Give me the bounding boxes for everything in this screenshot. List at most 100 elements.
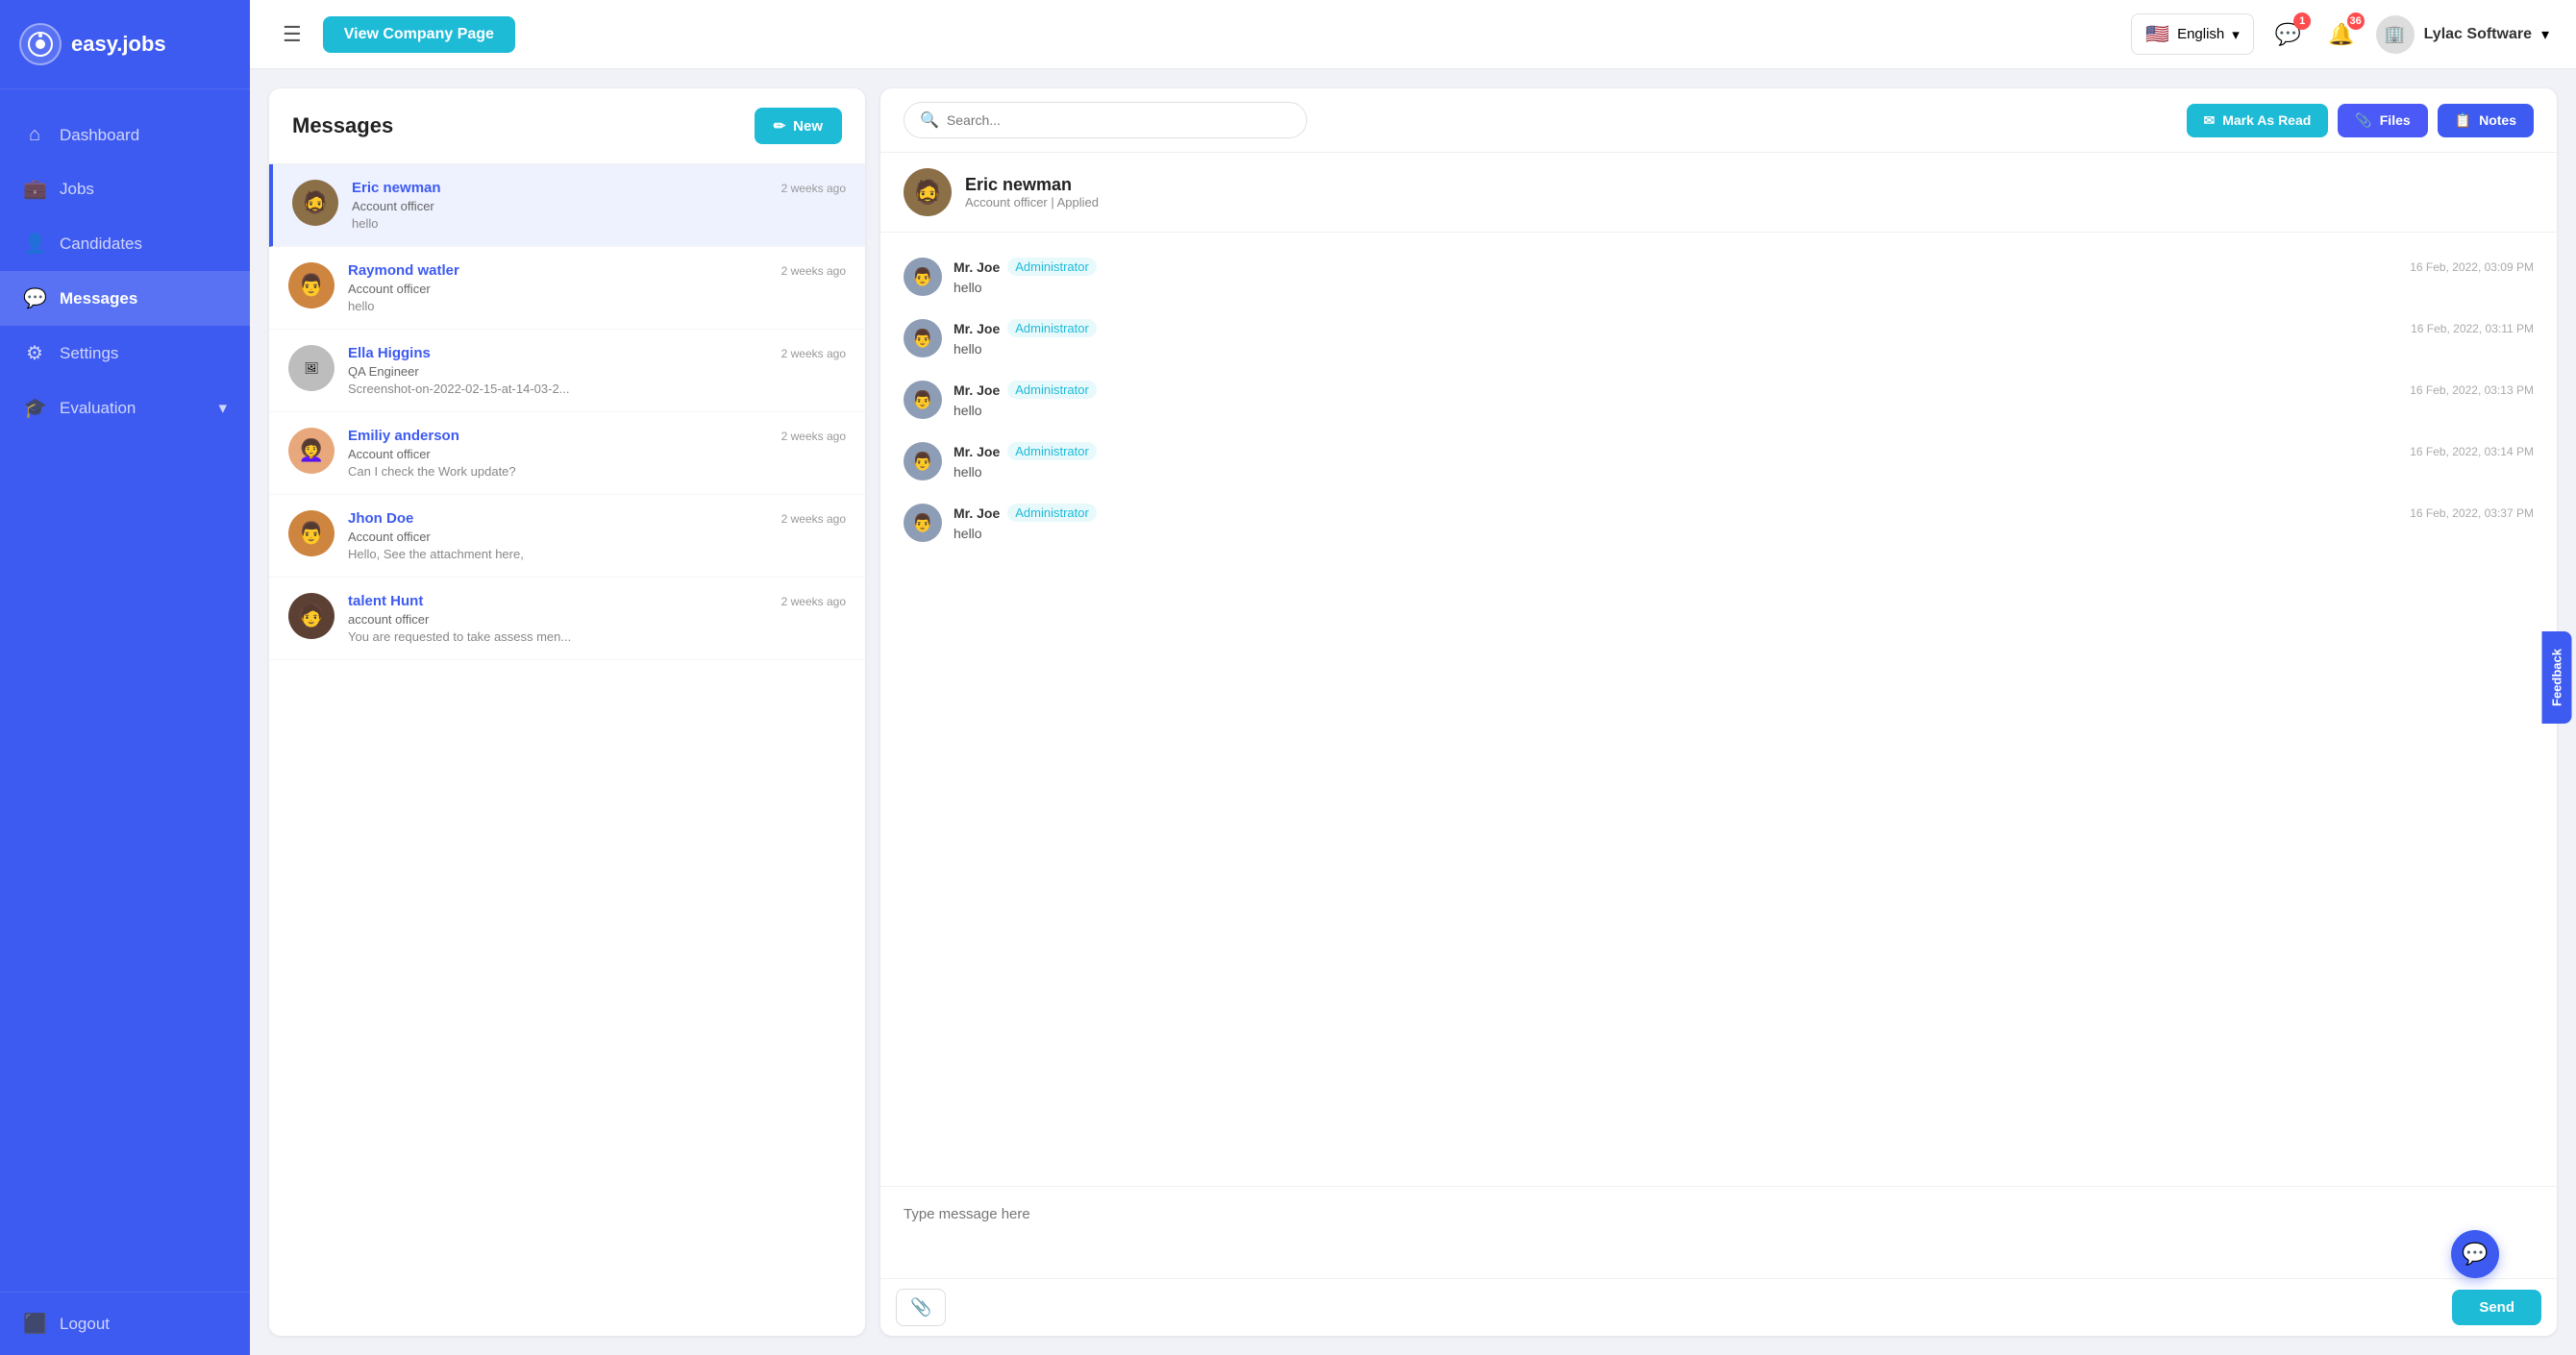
- notes-label: Notes: [2479, 112, 2516, 128]
- sidebar-item-jobs[interactable]: 💼 Jobs: [0, 161, 250, 216]
- feedback-tab[interactable]: Feedback: [2542, 631, 2572, 724]
- sidebar-item-label: Evaluation: [60, 399, 136, 418]
- sidebar-item-label: Dashboard: [60, 126, 139, 145]
- chevron-down-icon: ▾: [218, 399, 227, 418]
- contact-name: Jhon Doe: [348, 510, 413, 527]
- avatar: 🖼: [288, 345, 334, 391]
- evaluation-icon: 🎓: [23, 396, 46, 420]
- chat-message: 👨 Mr. Joe Administrator 16 Feb, 2022, 03…: [904, 309, 2534, 367]
- logout-button[interactable]: ⬛ Logout: [23, 1312, 227, 1336]
- language-selector[interactable]: 🇺🇸 English ▾: [2131, 13, 2254, 55]
- sender-role: Administrator: [1007, 319, 1097, 337]
- user-chevron-icon: ▾: [2541, 25, 2549, 44]
- jobs-icon: 💼: [23, 177, 46, 201]
- mark-as-read-button[interactable]: ✉ Mark As Read: [2187, 104, 2329, 137]
- new-message-button[interactable]: ✏ New: [755, 108, 842, 144]
- contact-role: Account officer: [352, 199, 846, 213]
- sidebar-item-dashboard[interactable]: ⌂ Dashboard: [0, 109, 250, 161]
- message-time: 16 Feb, 2022, 03:09 PM: [2410, 260, 2534, 274]
- contact-role: account officer: [348, 612, 846, 627]
- home-icon: ⌂: [23, 124, 46, 146]
- notifications-button[interactable]: 🔔 36: [2322, 16, 2360, 53]
- message-time: 2 weeks ago: [781, 430, 846, 443]
- send-button[interactable]: Send: [2452, 1290, 2541, 1325]
- header-right: 🇺🇸 English ▾ 💬 1 🔔 36 🏢 Lylac Software ▾: [2131, 13, 2549, 55]
- list-item[interactable]: 👩‍🦱 Emiliy anderson 2 weeks ago Account …: [269, 412, 865, 495]
- contact-role: QA Engineer: [348, 364, 846, 379]
- contact-avatar: 🧔: [904, 168, 952, 216]
- message-time: 2 weeks ago: [781, 182, 846, 195]
- chat-message: 👨 Mr. Joe Administrator 16 Feb, 2022, 03…: [904, 432, 2534, 490]
- sender-role: Administrator: [1007, 258, 1097, 276]
- list-item[interactable]: 👨 Raymond watler 2 weeks ago Account off…: [269, 247, 865, 330]
- messages-panel: Messages ✏ New 🧔 Eric newman 2 weeks ago: [269, 88, 865, 1336]
- message-time: 2 weeks ago: [781, 264, 846, 278]
- message-text: hello: [954, 341, 2534, 357]
- mark-read-label: Mark As Read: [2222, 112, 2311, 128]
- chat-panel: 🔍 ✉ Mark As Read 📎 Files 📋: [880, 88, 2557, 1336]
- sidebar-item-evaluation[interactable]: 🎓 Evaluation ▾: [0, 381, 250, 435]
- list-item[interactable]: 🖼 Ella Higgins 2 weeks ago QA Engineer S…: [269, 330, 865, 412]
- sidebar-item-label: Settings: [60, 344, 118, 363]
- list-item[interactable]: 🧔 Eric newman 2 weeks ago Account office…: [269, 164, 865, 247]
- avatar: 👩‍🦱: [288, 428, 334, 474]
- list-item[interactable]: 👨 Jhon Doe 2 weeks ago Account officer H…: [269, 495, 865, 578]
- search-box: 🔍: [904, 102, 1307, 138]
- new-label: New: [793, 118, 823, 135]
- chat-toolbar: 🔍 ✉ Mark As Read 📎 Files 📋: [880, 88, 2557, 153]
- content-area: Messages ✏ New 🧔 Eric newman 2 weeks ago: [250, 69, 2576, 1355]
- message-preview: Screenshot-on-2022-02-15-at-14-03-2...: [348, 382, 846, 396]
- notes-button[interactable]: 📋 Notes: [2438, 104, 2534, 137]
- sidebar-item-candidates[interactable]: 👤 Candidates: [0, 216, 250, 271]
- hamburger-button[interactable]: ☰: [277, 16, 308, 53]
- chat-message: 👨 Mr. Joe Administrator 16 Feb, 2022, 03…: [904, 371, 2534, 429]
- notes-icon: 📋: [2455, 112, 2471, 129]
- logout-area[interactable]: ⬛ Logout: [0, 1292, 250, 1355]
- main-area: ☰ View Company Page 🇺🇸 English ▾ 💬 1 🔔 3…: [250, 0, 2576, 1355]
- avatar: 👨: [904, 504, 942, 542]
- logo-icon: [19, 23, 62, 65]
- list-item[interactable]: 🧑 talent Hunt 2 weeks ago account office…: [269, 578, 865, 660]
- avatar: 👨: [904, 442, 942, 480]
- envelope-icon: ✉: [2204, 112, 2216, 129]
- message-preview: hello: [352, 216, 846, 231]
- sidebar-item-messages[interactable]: 💬 Messages: [0, 271, 250, 326]
- settings-icon: ⚙: [23, 341, 46, 365]
- messages-badge: 1: [2293, 12, 2311, 30]
- avatar: 👨: [288, 510, 334, 556]
- contact-role: Account officer: [348, 447, 846, 461]
- avatar: 🧔: [292, 180, 338, 226]
- chat-messages: 👨 Mr. Joe Administrator 16 Feb, 2022, 03…: [880, 233, 2557, 1186]
- messages-bell-button[interactable]: 💬 1: [2269, 16, 2307, 53]
- view-company-button[interactable]: View Company Page: [323, 16, 515, 53]
- toolbar-actions: ✉ Mark As Read 📎 Files 📋 Notes: [2187, 104, 2535, 137]
- candidates-icon: 👤: [23, 232, 46, 256]
- sender-name: Mr. Joe: [954, 259, 1000, 275]
- contact-name: Eric newman: [352, 180, 441, 196]
- avatar: 🧑: [288, 593, 334, 639]
- chat-float-button[interactable]: 💬: [2451, 1230, 2499, 1278]
- sender-name: Mr. Joe: [954, 505, 1000, 521]
- files-button[interactable]: 📎 Files: [2338, 104, 2427, 137]
- chat-bubble-icon: 💬: [2462, 1242, 2488, 1267]
- notifications-badge: 36: [2347, 12, 2365, 30]
- sender-role: Administrator: [1007, 442, 1097, 460]
- message-preview: Can I check the Work update?: [348, 464, 846, 479]
- sidebar-nav: ⌂ Dashboard 💼 Jobs 👤 Candidates 💬 Messag…: [0, 89, 250, 1292]
- message-input[interactable]: [880, 1187, 2557, 1273]
- avatar: 🏢: [2376, 15, 2415, 54]
- message-text: hello: [954, 403, 2534, 418]
- sender-role: Administrator: [1007, 381, 1097, 399]
- sidebar-item-label: Candidates: [60, 234, 142, 254]
- contact-role: Account officer: [348, 282, 846, 296]
- files-label: Files: [2380, 112, 2411, 128]
- contact-name: Emiliy anderson: [348, 428, 459, 444]
- attachment-button[interactable]: 📎: [896, 1289, 946, 1326]
- user-menu[interactable]: 🏢 Lylac Software ▾: [2376, 15, 2549, 54]
- sidebar-item-label: Jobs: [60, 180, 94, 199]
- message-time: 16 Feb, 2022, 03:11 PM: [2411, 322, 2534, 335]
- chat-input-area: 📎 Send: [880, 1186, 2557, 1336]
- message-text: hello: [954, 280, 2534, 295]
- sidebar-item-settings[interactable]: ⚙ Settings: [0, 326, 250, 381]
- search-input[interactable]: [947, 112, 1291, 128]
